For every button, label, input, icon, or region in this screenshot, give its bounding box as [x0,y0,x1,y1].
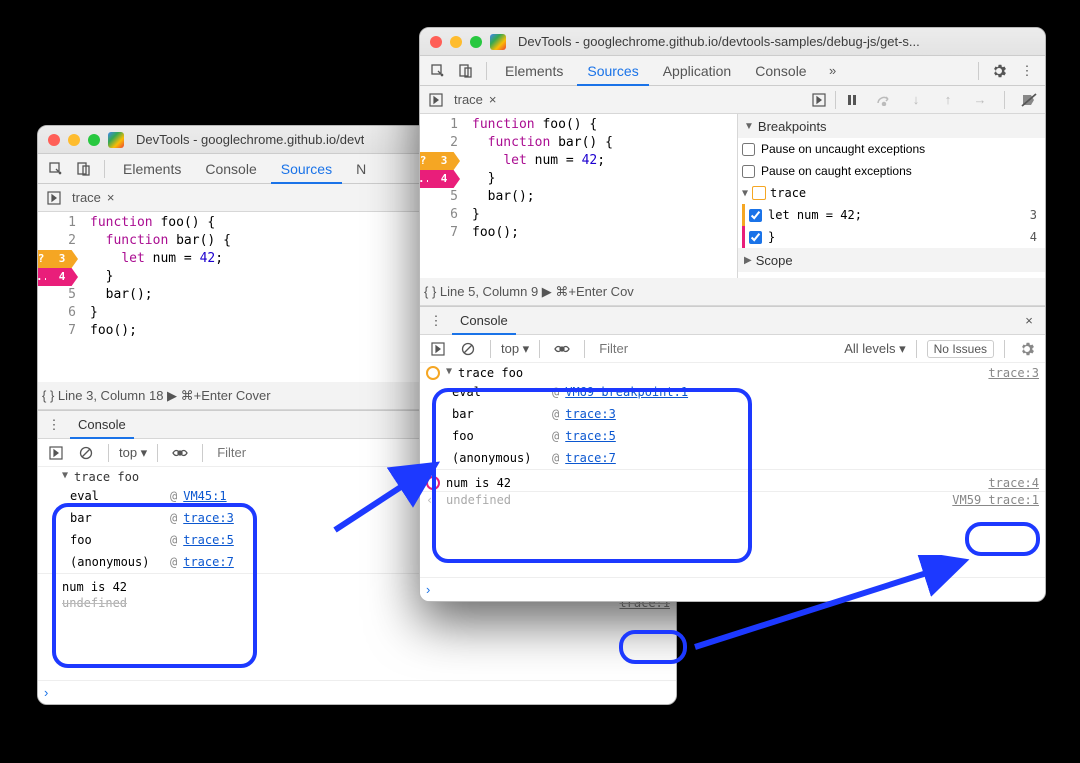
context-selector[interactable]: top ▾ [501,341,529,357]
step-over-icon[interactable] [872,88,896,112]
close-drawer-icon[interactable]: × [1017,309,1041,333]
tab-more[interactable]: N [346,154,376,184]
editor-tabstrip: trace × ↓ ↑ → [420,86,1045,114]
devtools-logo-icon [108,132,124,148]
editor-tab-trace[interactable]: trace [66,190,107,205]
minimize-icon[interactable] [450,36,462,48]
device-toggle-icon[interactable] [72,157,96,181]
issues-badge[interactable]: No Issues [927,340,994,358]
file-icon [752,186,766,200]
zoom-icon[interactable] [88,134,100,146]
inspect-icon[interactable] [426,59,450,83]
minimize-icon[interactable] [68,134,80,146]
debugger-sidebar: ▼Breakpoints Pause on uncaught exception… [737,114,1045,278]
step-out-icon[interactable]: ↑ [936,88,960,112]
devtools-window-right: DevTools - googlechrome.github.io/devtoo… [419,27,1046,602]
more-tabs-icon[interactable] [807,88,831,112]
source-link[interactable]: trace:4 [988,476,1039,490]
source-link[interactable]: trace:7 [183,555,234,569]
pause-uncaught-toggle[interactable]: Pause on uncaught exceptions [738,138,1045,160]
console-settings-icon[interactable] [1015,337,1039,361]
breakpoint-item[interactable]: let num = 42;3 [738,204,1045,226]
source-link[interactable]: trace:5 [183,533,234,547]
debugger-controls: ↓ ↑ → [840,88,1041,112]
console-toolbar: top ▾ All levels ▾ No Issues [420,335,1045,363]
breakpoint-group[interactable]: ▼trace [738,182,1045,204]
kebab-menu-icon[interactable]: ⋮ [1015,59,1039,83]
breakpoint-item[interactable]: }4 [738,226,1045,248]
source-link[interactable]: trace:5 [565,429,616,443]
source-link[interactable]: trace:3 [565,407,616,421]
titlebar[interactable]: DevTools - googlechrome.github.io/devtoo… [420,28,1045,56]
console-prompt[interactable]: › [38,680,676,704]
sidebar-toggle-icon[interactable] [44,441,68,465]
drawer-tab-console[interactable]: Console [70,411,134,439]
step-icon[interactable]: → [968,88,992,112]
navigator-toggle-icon[interactable] [42,186,66,210]
breakpoints-section-head[interactable]: ▼Breakpoints [738,114,1045,138]
sources-split: 12 ?3 ..4 567 function foo() { function … [420,114,1045,278]
logpoint-icon [426,366,440,380]
editor-tab-trace[interactable]: trace [448,92,489,107]
logpoint-icon [426,476,440,490]
drawer-menu-icon[interactable]: ⋮ [424,309,448,333]
code-editor[interactable]: 12 ?3 ..4 567 function foo() { function … [420,114,737,278]
console-drawer: ⋮ Console × top ▾ All levels ▾ No Issues… [420,306,1045,601]
scope-section-head[interactable]: ▶Scope [738,248,1045,272]
tab-console[interactable]: Console [745,56,816,86]
source-link[interactable]: trace:3 [183,511,234,525]
source-link[interactable]: trace:3 [988,366,1039,380]
editor-status-bar: { } Line 5, Column 9 ▶ ⌘+Enter Cov [420,278,1045,306]
close-icon[interactable] [430,36,442,48]
sidebar-toggle-icon[interactable] [426,337,450,361]
zoom-icon[interactable] [470,36,482,48]
tab-elements[interactable]: Elements [113,154,191,184]
pause-icon[interactable] [840,88,864,112]
tab-sources[interactable]: Sources [271,154,342,184]
navigator-toggle-icon[interactable] [424,88,448,112]
tab-application[interactable]: Application [653,56,742,86]
clear-console-icon[interactable] [456,337,480,361]
more-tabs-icon[interactable]: » [821,59,845,83]
levels-selector[interactable]: All levels ▾ [844,341,905,357]
source-link[interactable]: VM45:1 [183,489,226,503]
source-link[interactable]: VM59 trace:1 [952,493,1039,507]
live-expr-icon[interactable] [550,337,574,361]
close-tab-icon[interactable]: × [489,92,497,107]
tab-console[interactable]: Console [195,154,266,184]
close-tab-icon[interactable]: × [107,190,115,205]
console-prompt[interactable]: › [420,577,1045,601]
settings-icon[interactable] [987,59,1011,83]
console-output: ▼trace footrace:3 eval@VM69 breakpoint:1… [420,363,1045,577]
window-title: DevTools - googlechrome.github.io/devt [136,132,364,147]
window-title: DevTools - googlechrome.github.io/devtoo… [518,34,920,49]
tab-elements[interactable]: Elements [495,56,573,86]
device-toggle-icon[interactable] [454,59,478,83]
clear-console-icon[interactable] [74,441,98,465]
step-into-icon[interactable]: ↓ [904,88,928,112]
live-expr-icon[interactable] [168,441,192,465]
main-toolbar: Elements Sources Application Console » ⋮ [420,56,1045,86]
deactivate-breakpoints-icon[interactable] [1017,88,1041,112]
drawer-menu-icon[interactable]: ⋮ [42,413,66,437]
inspect-icon[interactable] [44,157,68,181]
context-selector[interactable]: top ▾ [119,445,147,461]
tab-sources[interactable]: Sources [577,56,648,86]
pause-caught-toggle[interactable]: Pause on caught exceptions [738,160,1045,182]
source-link[interactable]: VM69 breakpoint:1 [565,385,688,399]
drawer-tab-console[interactable]: Console [452,307,516,335]
close-icon[interactable] [48,134,60,146]
console-filter-input[interactable] [595,339,838,358]
devtools-logo-icon [490,34,506,50]
source-link[interactable]: trace:7 [565,451,616,465]
